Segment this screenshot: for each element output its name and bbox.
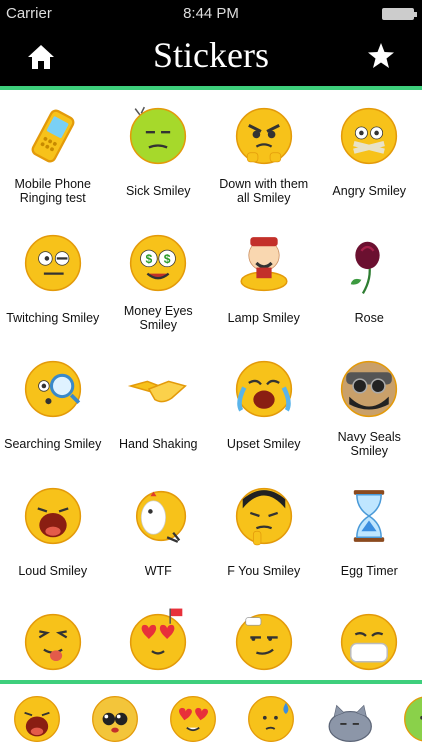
sweat-tray-icon[interactable] [238, 688, 304, 750]
nav-bar: Stickers [0, 28, 422, 86]
loud-sticker-icon [15, 478, 91, 554]
sticker-item[interactable]: Upset Smiley [211, 343, 317, 470]
search-sticker-icon [15, 351, 91, 427]
sick-sticker-icon [120, 98, 196, 174]
angry-sticker-icon [331, 98, 407, 174]
heart-eyes-tray-icon[interactable] [160, 688, 226, 750]
navy-sticker-icon [331, 351, 407, 427]
sticker-label: Down with them all Smiley [219, 177, 309, 205]
upset-sticker-icon [226, 351, 302, 427]
sticker-label: Navy Seals Smiley [337, 430, 401, 458]
sticker-item[interactable]: Lamp Smiley [211, 217, 317, 344]
sticker-item[interactable]: $ $ Money Eyes Smiley [106, 217, 212, 344]
cat-tray-icon[interactable] [316, 688, 382, 750]
phone-sticker-icon [15, 98, 91, 174]
sticker-label: Loud Smiley [18, 563, 88, 578]
puppy-tray-icon[interactable] [82, 688, 148, 750]
sticker-item[interactable] [317, 596, 422, 680]
sticker-label: Searching Smiley [4, 437, 102, 451]
green-tray-icon[interactable] [394, 688, 422, 750]
fyou-sticker-icon [226, 478, 302, 554]
sticker-item[interactable]: Rose [317, 217, 422, 344]
hands-sticker-icon [120, 351, 196, 427]
sticker-item[interactable] [211, 596, 317, 680]
smug-sticker-icon [226, 604, 302, 680]
svg-text:$: $ [146, 252, 153, 266]
down-sticker-icon [226, 98, 302, 174]
twitch-sticker-icon [15, 225, 91, 301]
sticker-item[interactable]: Down with them all Smiley [211, 90, 317, 217]
status-bar: Carrier 8:44 PM [0, 0, 422, 28]
battery-icon [382, 8, 417, 20]
sticker-item[interactable]: WTF [106, 470, 212, 597]
sticker-label: Upset Smiley [226, 437, 301, 451]
wtf-sticker-icon [120, 478, 196, 554]
page-title: Stickers [153, 35, 269, 75]
sticker-label: Mobile Phone Ringing test [14, 177, 91, 205]
mask-sticker-icon [331, 604, 407, 680]
sticker-item[interactable]: Loud Smiley [0, 470, 106, 597]
lamp-sticker-icon [226, 225, 302, 301]
sticker-item[interactable]: Navy Seals Smiley [317, 343, 422, 470]
sticker-item[interactable]: Mobile Phone Ringing test [0, 90, 106, 217]
money-sticker-icon: $ $ [120, 225, 196, 301]
sticker-item[interactable]: Hand Shaking [106, 343, 212, 470]
sticker-label: Twitching Smiley [6, 310, 100, 325]
tongue-sticker-icon [15, 604, 91, 680]
sticker-tray [0, 680, 422, 750]
sticker-label: Angry Smiley [332, 184, 407, 198]
sticker-item[interactable]: Sick Smiley [106, 90, 212, 217]
svg-text:$: $ [164, 252, 171, 266]
sticker-item[interactable]: Searching Smiley [0, 343, 106, 470]
rose-sticker-icon [331, 225, 407, 301]
hourglass-sticker-icon [331, 478, 407, 554]
sticker-label: WTF [144, 563, 172, 578]
star-icon[interactable] [366, 41, 396, 71]
sticker-item[interactable]: Angry Smiley [317, 90, 422, 217]
sticker-item[interactable]: Egg Timer [317, 470, 422, 597]
sticker-label: Egg Timer [340, 563, 398, 578]
sticker-label: Sick Smiley [125, 184, 191, 198]
sticker-label: Hand Shaking [118, 437, 198, 451]
status-time: 8:44 PM [183, 5, 239, 22]
sticker-item[interactable]: Twitching Smiley [0, 217, 106, 344]
sticker-label: Money Eyes Smiley [123, 303, 193, 332]
sticker-label: Rose [354, 310, 384, 325]
sticker-item[interactable] [106, 596, 212, 680]
love-sticker-icon [120, 604, 196, 680]
sticker-grid: Mobile Phone Ringing test Sick Smiley Down… [0, 90, 422, 680]
sticker-label: F You Smiley [227, 563, 301, 578]
sticker-item[interactable]: F You Smiley [211, 470, 317, 597]
sticker-label: Lamp Smiley [227, 310, 300, 325]
sticker-item[interactable] [0, 596, 106, 680]
loud-tray-icon[interactable] [4, 688, 70, 750]
